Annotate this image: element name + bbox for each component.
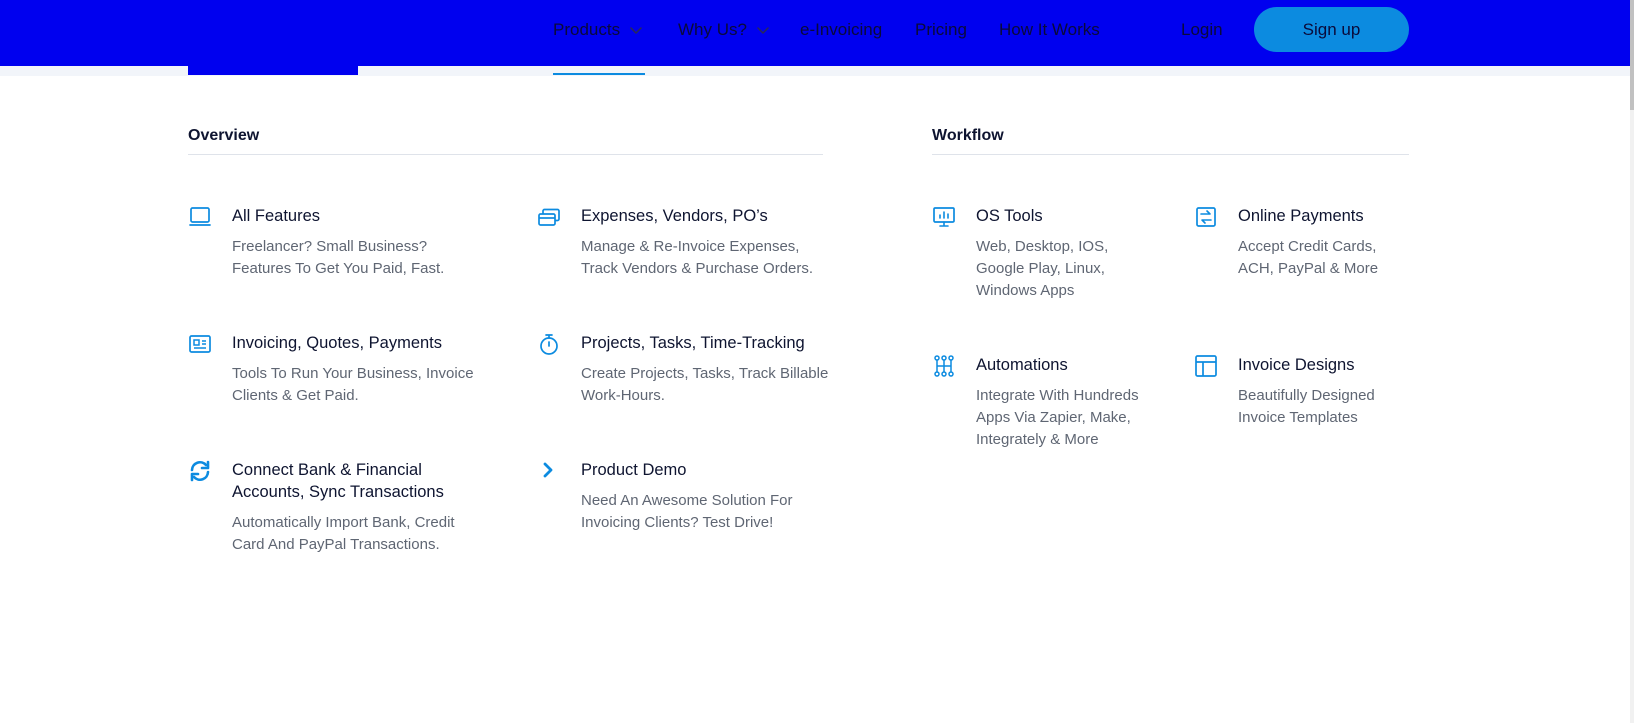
menu-item-title: Invoice Designs <box>1238 356 1355 374</box>
laptop-icon <box>188 205 214 231</box>
nav-why-us[interactable]: Why Us? <box>678 18 771 42</box>
menu-item-title: Automations <box>976 356 1068 374</box>
scrollbar-thumb[interactable] <box>1630 0 1634 110</box>
workflow-divider <box>932 154 1409 155</box>
signup-label: Sign up <box>1302 19 1361 39</box>
nav-pricing[interactable]: Pricing <box>915 18 967 42</box>
nav-e-invoicing-label: e-Invoicing <box>800 20 883 39</box>
menu-item-description: Freelancer? Small Business? Features To … <box>232 238 445 277</box>
layout-icon <box>1194 354 1220 380</box>
nav-pricing-label: Pricing <box>915 20 967 39</box>
invoice-card-icon <box>188 332 214 358</box>
menu-item-description: Web, Desktop, IOS, Google Play, Linux, W… <box>976 238 1109 299</box>
signup-button[interactable]: Sign up <box>1254 7 1409 52</box>
menu-item-title: Expenses, Vendors, PO’s <box>581 207 768 225</box>
logo-area <box>188 66 358 75</box>
chevron-down-icon <box>628 22 644 38</box>
menu-item-title: Projects, Tasks, Time-Tracking <box>581 334 805 352</box>
active-tab-indicator <box>553 73 645 75</box>
menu-item-title: Invoicing, Quotes, Payments <box>232 334 443 352</box>
login-link[interactable]: Login <box>1181 18 1223 42</box>
stopwatch-icon <box>537 332 563 358</box>
menu-item-description: Accept Credit Cards, ACH, PayPal & More <box>1238 238 1379 277</box>
transfer-icon <box>1194 205 1220 231</box>
nav-e-invoicing[interactable]: e-Invoicing <box>800 18 882 42</box>
menu-item-title: All Features <box>232 207 321 225</box>
automation-icon <box>932 354 958 380</box>
nav-products[interactable]: Products <box>553 18 644 42</box>
chevron-down-icon <box>755 22 771 38</box>
menu-item-description: Manage & Re-Invoice Expenses, Track Vend… <box>581 238 814 277</box>
card-stack-icon <box>537 205 563 231</box>
menu-item-title: Connect Bank & Financial Accounts, Sync … <box>232 461 444 501</box>
nav-why-us-label: Why Us? <box>678 20 747 39</box>
sync-icon <box>188 459 214 485</box>
menu-item-title: Online Payments <box>1238 207 1364 225</box>
chevron-right-icon <box>537 459 563 485</box>
monitor-chart-icon <box>932 205 958 231</box>
menu-item-description: Create Projects, Tasks, Track Billable W… <box>581 365 829 404</box>
menu-item-description: Automatically Import Bank, Credit Card A… <box>232 514 455 553</box>
menu-item-description: Beautifully Designed Invoice Templates <box>1238 387 1375 426</box>
menu-item-description: Need An Awesome Solution For Invoicing C… <box>581 492 793 531</box>
workflow-heading: Workflow <box>932 127 1004 144</box>
nav-products-label: Products <box>553 20 621 39</box>
menu-item-title: Product Demo <box>581 461 687 479</box>
menu-item-description: Tools To Run Your Business, Invoice Clie… <box>232 365 474 404</box>
menu-item-title: OS Tools <box>976 207 1043 225</box>
overview-divider <box>188 154 823 155</box>
overview-heading: Overview <box>188 127 260 144</box>
login-label: Login <box>1181 20 1223 39</box>
menu-item-description: Integrate With Hundreds Apps Via Zapier,… <box>976 387 1139 448</box>
nav-how-it-works-label: How It Works <box>999 20 1100 39</box>
nav-how-it-works[interactable]: How It Works <box>999 18 1100 42</box>
